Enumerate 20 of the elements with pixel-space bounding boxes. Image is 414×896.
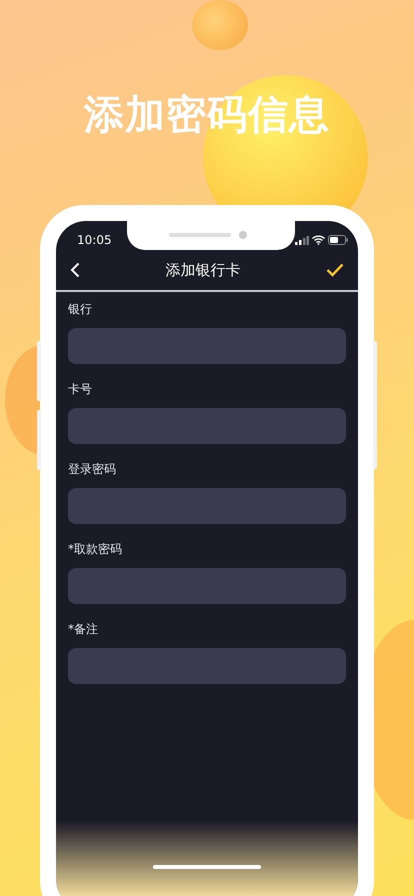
input-field[interactable] — [68, 328, 346, 364]
camera-dot — [239, 231, 247, 239]
input-field[interactable] — [68, 648, 346, 684]
field-label: 登录密码 — [68, 461, 117, 478]
battery-icon — [328, 235, 348, 245]
wifi-icon — [312, 235, 325, 245]
signal-icon — [295, 236, 309, 244]
input-field[interactable] — [68, 408, 346, 444]
field-label: 卡号 — [68, 381, 93, 398]
field-label: *备注 — [68, 621, 99, 638]
input-field[interactable] — [68, 568, 346, 604]
field-label: *取款密码 — [68, 541, 123, 558]
input-field[interactable] — [68, 488, 346, 524]
field-label: 银行 — [68, 301, 93, 318]
confirm-button[interactable] — [324, 261, 346, 279]
back-button[interactable] — [68, 260, 82, 280]
speaker-grille — [169, 233, 231, 237]
nav-title: 添加银行卡 — [166, 260, 240, 280]
status-time: 10:05 — [76, 232, 113, 247]
headline: 添加密码信息 — [84, 91, 330, 140]
